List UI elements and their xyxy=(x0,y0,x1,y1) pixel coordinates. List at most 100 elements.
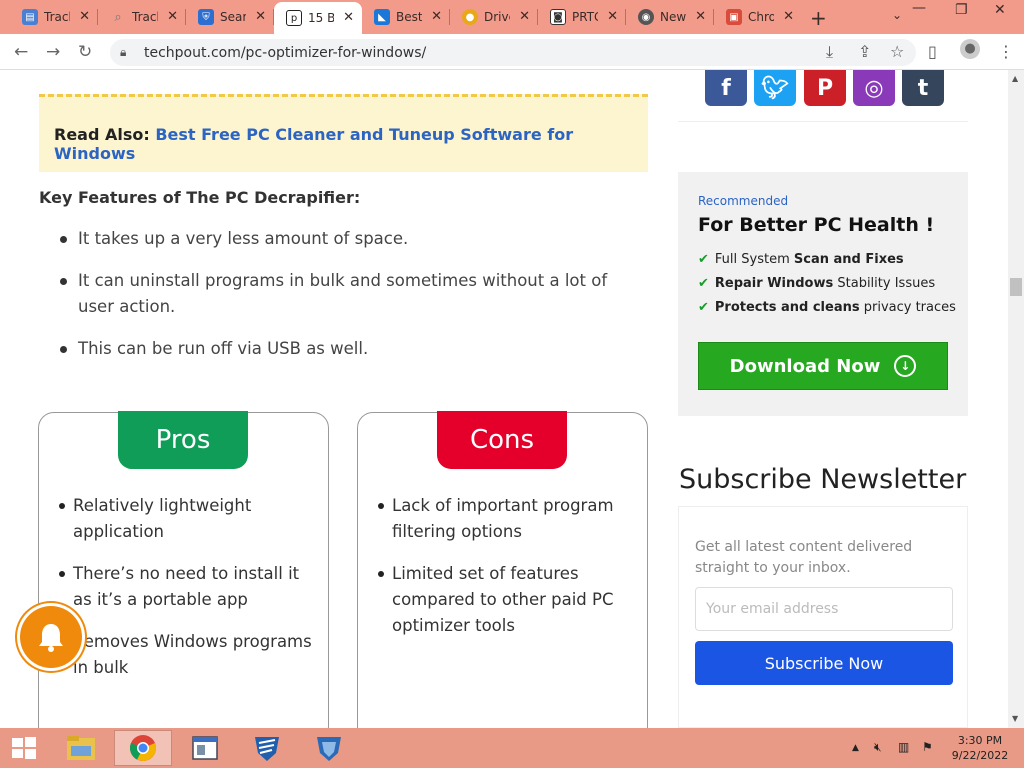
file-explorer-taskbar[interactable] xyxy=(52,730,110,766)
tab-2[interactable]: ⌕ Track ✕ xyxy=(98,4,186,30)
profile-avatar-icon[interactable]: ● xyxy=(960,39,980,59)
install-icon[interactable]: ⤓ xyxy=(826,42,833,62)
tab-title: 15 B xyxy=(308,11,334,25)
windows-logo-icon xyxy=(12,737,36,759)
tumblr-icon[interactable]: t xyxy=(902,70,944,106)
folder-icon xyxy=(67,736,95,760)
tab-4-active[interactable]: p 15 B ✕ xyxy=(274,2,362,34)
tab-8[interactable]: ◉ New ✕ xyxy=(626,4,714,30)
list-item: Limited set of features compared to othe… xyxy=(378,561,640,639)
minimize-icon[interactable]: — xyxy=(912,0,926,16)
newsletter-text: Get all latest content delivered straigh… xyxy=(695,539,913,576)
tab-search-chevron-icon[interactable]: ⌄ xyxy=(892,8,902,22)
taskbar: ▲ 🔇︎ ▥ ⚑ 3:30 PM 9/22/2022 xyxy=(0,728,1024,768)
address-bar[interactable]: 🔒︎ techpout.com/pc-optimizer-for-windows… xyxy=(110,39,916,66)
notification-bell-icon[interactable] xyxy=(20,606,82,668)
close-tab-icon[interactable]: ✕ xyxy=(255,9,266,24)
subscribe-button[interactable]: Subscribe Now xyxy=(695,641,953,685)
pros-box: Pros Relatively lightweight application … xyxy=(38,411,329,728)
features-heading: Key Features of The PC Decrapifier: xyxy=(39,188,361,207)
network-icon[interactable]: ▥ xyxy=(898,740,909,754)
read-also-text: Read Also: Best Free PC Cleaner and Tune… xyxy=(54,125,648,163)
cons-list: Lack of important program filtering opti… xyxy=(378,493,640,655)
read-also-box: Read Also: Best Free PC Cleaner and Tune… xyxy=(39,94,648,172)
cons-badge: Cons xyxy=(437,411,567,469)
chrome-store-icon: ▣ xyxy=(726,9,742,25)
reload-icon[interactable]: ↻ xyxy=(78,42,92,62)
chrome-taskbar[interactable] xyxy=(114,730,172,766)
tab-7[interactable]: ◙ PRTG ✕ xyxy=(538,4,626,30)
tab-6[interactable]: ● Drive ✕ xyxy=(450,4,538,30)
list-item: Lack of important program filtering opti… xyxy=(378,493,640,545)
promo-box: Recommended For Better PC Health ! ✔ Full… xyxy=(678,172,968,416)
recommended-label: Recommended xyxy=(698,194,789,208)
show-hidden-icons[interactable]: ▲ xyxy=(852,743,859,753)
close-tab-icon[interactable]: ✕ xyxy=(79,9,90,24)
scroll-thumb[interactable] xyxy=(1010,278,1022,296)
close-tab-icon[interactable]: ✕ xyxy=(431,9,442,24)
download-arrow-icon: ↓ xyxy=(894,355,917,377)
close-window-icon[interactable]: ✕ xyxy=(994,2,1006,18)
instagram-icon[interactable]: ◎ xyxy=(853,70,895,106)
close-tab-icon[interactable]: ✕ xyxy=(519,9,530,24)
tab-title: Chro xyxy=(748,10,774,24)
volume-muted-icon[interactable]: 🔇︎ xyxy=(874,740,882,755)
list-item: There’s no need to install it as it’s a … xyxy=(59,561,321,613)
app-taskbar[interactable] xyxy=(176,730,234,766)
check-icon: ✔ xyxy=(698,252,709,267)
share-icon[interactable]: ⇪ xyxy=(858,42,871,61)
newsletter-heading: Subscribe Newsletter xyxy=(679,464,967,495)
chrome-icon xyxy=(130,735,156,761)
close-tab-icon[interactable]: ✕ xyxy=(607,9,618,24)
tab-5[interactable]: ◣ Best ✕ xyxy=(362,4,450,30)
action-center-icon[interactable]: ⚑ xyxy=(922,740,933,754)
bell-icon xyxy=(39,624,63,652)
restore-icon[interactable]: ❐ xyxy=(955,2,968,18)
pros-badge: Pros xyxy=(118,411,248,469)
download-now-button[interactable]: Download Now ↓ xyxy=(698,342,948,390)
menu-icon[interactable]: ⋮ xyxy=(998,42,1014,61)
promo-check-1: ✔ Full System Scan and Fixes xyxy=(698,252,904,267)
url-text[interactable]: techpout.com/pc-optimizer-for-windows/ xyxy=(144,45,426,61)
prtg-icon: ◙ xyxy=(550,9,566,25)
back-icon[interactable]: ← xyxy=(14,42,28,62)
security-app-2-taskbar[interactable] xyxy=(300,730,358,766)
tab-strip: ▤ Track ✕ ⌕ Track ✕ ⛨ Sear ✕ p 15 B ✕ ◣ … xyxy=(0,0,1024,34)
chrome-icon: ● xyxy=(462,9,478,25)
close-tab-icon[interactable]: ✕ xyxy=(343,10,354,25)
close-tab-icon[interactable]: ✕ xyxy=(695,9,706,24)
bookmark-star-icon[interactable]: ☆ xyxy=(890,42,904,61)
social-links: f 🐦︎ P ◎ t xyxy=(678,70,968,122)
start-button[interactable] xyxy=(0,730,48,766)
twitter-icon[interactable]: 🐦︎ xyxy=(754,70,796,106)
list-item: It can uninstall programs in bulk and so… xyxy=(56,268,646,320)
vertical-scrollbar[interactable]: ▲ ▼ xyxy=(1008,70,1024,728)
promo-heading: For Better PC Health ! xyxy=(698,214,935,236)
browser-toolbar: ← → ↻ 🔒︎ techpout.com/pc-optimizer-for-w… xyxy=(0,34,1024,70)
email-field[interactable] xyxy=(695,587,953,631)
new-tab-icon[interactable]: + xyxy=(810,6,827,30)
tab-3[interactable]: ⛨ Sear ✕ xyxy=(186,4,274,30)
list-item: This can be run off via USB as well. xyxy=(56,336,646,362)
pros-list: Relatively lightweight application There… xyxy=(59,493,321,697)
taskbar-clock[interactable]: 3:30 PM 9/22/2022 xyxy=(948,733,1012,763)
close-tab-icon[interactable]: ✕ xyxy=(783,9,794,24)
tab-1[interactable]: ▤ Track ✕ xyxy=(10,4,98,30)
scroll-up-icon[interactable]: ▲ xyxy=(1012,74,1018,83)
page-content: Read Also: Best Free PC Cleaner and Tune… xyxy=(0,70,1008,728)
scroll-down-icon[interactable]: ▼ xyxy=(1012,714,1018,723)
security-app-taskbar[interactable] xyxy=(238,730,296,766)
forward-icon[interactable]: → xyxy=(46,42,60,62)
clipboard-icon: ▤ xyxy=(22,9,38,25)
lock-icon[interactable]: 🔒︎ xyxy=(120,45,136,60)
tab-title: New xyxy=(660,10,686,24)
blue-shield-icon xyxy=(317,737,341,761)
close-tab-icon[interactable]: ✕ xyxy=(167,9,178,24)
side-panel-icon[interactable]: ▯ xyxy=(928,42,937,61)
tab-title: Drive xyxy=(484,10,510,24)
pinterest-icon[interactable]: P xyxy=(804,70,846,106)
facebook-icon[interactable]: f xyxy=(705,70,747,106)
promo-check-2: ✔ Repair Windows Stability Issues xyxy=(698,276,936,291)
tab-9[interactable]: ▣ Chro ✕ xyxy=(714,4,802,30)
photo-icon: ◣ xyxy=(374,9,390,25)
